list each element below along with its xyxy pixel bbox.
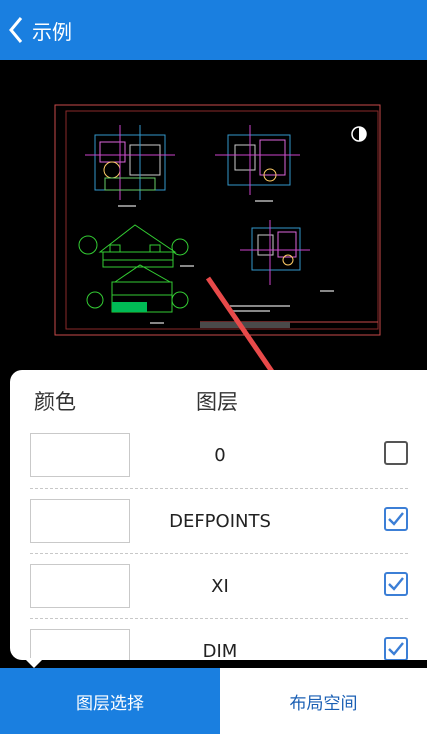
layer-name: 0 [214, 445, 226, 466]
tab-layout-space[interactable]: 布局空间 [220, 668, 427, 734]
color-column-header: 颜色 [34, 390, 76, 414]
row-divider [30, 553, 408, 554]
layer-color-swatch[interactable] [30, 433, 130, 477]
layer-visibility-checkbox[interactable] [384, 441, 408, 465]
tab-layer-select[interactable]: 图层选择 [0, 668, 220, 734]
checkmark-icon [388, 577, 404, 591]
layer-row[interactable]: DIM [10, 629, 427, 660]
layer-color-swatch[interactable] [30, 564, 130, 608]
layer-visibility-checkbox[interactable] [384, 572, 408, 596]
bottom-tab-bar: 图层选择 布局空间 [0, 668, 427, 734]
layer-visibility-checkbox[interactable] [384, 637, 408, 660]
layer-color-swatch[interactable] [30, 629, 130, 660]
chevron-left-icon [9, 17, 23, 43]
checkmark-icon [388, 512, 404, 526]
app-header: 示例 [0, 0, 427, 60]
panel-pointer [24, 658, 44, 668]
layer-name: XI [211, 576, 229, 597]
checkmark-icon [388, 642, 404, 656]
layer-visibility-checkbox[interactable] [384, 507, 408, 531]
layer-panel-header: 颜色 图层 [10, 370, 427, 428]
page-title: 示例 [32, 19, 72, 44]
layer-color-swatch[interactable] [30, 499, 130, 543]
layer-selection-panel: 颜色 图层 0 DEFPOINTS XI DIM [10, 370, 427, 660]
layer-name: DIM [202, 641, 238, 660]
cad-drawing-image [54, 104, 381, 390]
cad-drawing-canvas[interactable] [0, 60, 427, 390]
back-button[interactable] [2, 0, 30, 60]
layer-name: DEFPOINTS [169, 511, 271, 532]
row-divider [30, 618, 408, 619]
row-divider [30, 488, 408, 489]
layer-column-header: 图层 [196, 390, 238, 414]
